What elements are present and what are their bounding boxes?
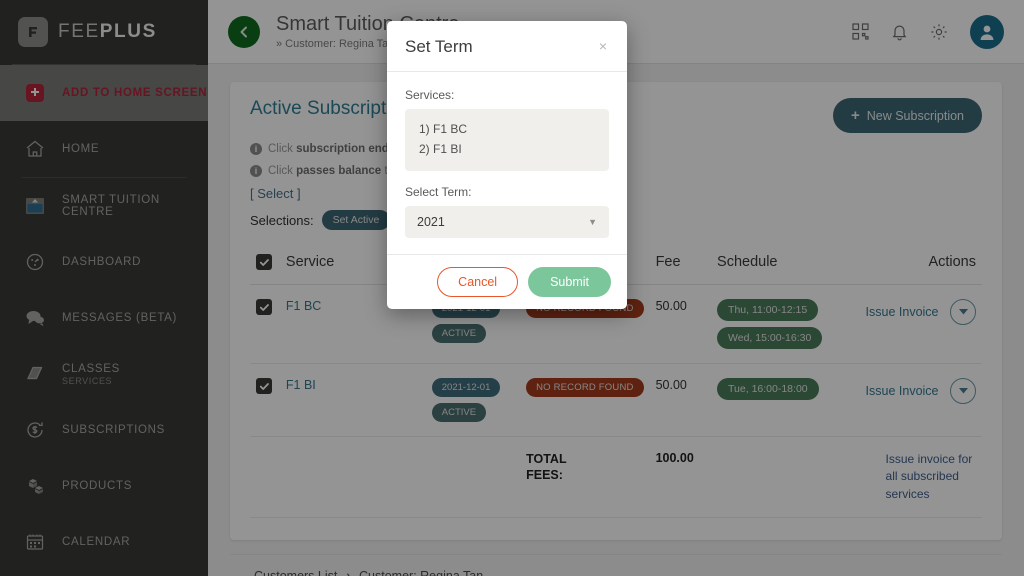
term-select-value: 2021 xyxy=(417,214,445,229)
submit-button[interactable]: Submit xyxy=(528,266,611,297)
modal-footer: Cancel Submit xyxy=(387,253,627,309)
chevron-down-icon: ▼ xyxy=(588,216,597,227)
modal-title: Set Term xyxy=(405,37,473,56)
modal-header: Set Term × xyxy=(387,21,627,72)
service-list-item: 1) F1 BC xyxy=(419,122,468,136)
services-list: 1) F1 BC 2) F1 BI xyxy=(405,109,609,171)
close-icon[interactable]: × xyxy=(597,37,609,55)
app-root: FEEPLUS ADD TO HOME SCREEN HOME SMART TU… xyxy=(0,0,1024,576)
select-term-label: Select Term: xyxy=(405,184,472,199)
term-select[interactable]: 2021 ▼ xyxy=(405,205,609,238)
services-label: Services: xyxy=(405,88,455,102)
modal-body: Services: 1) F1 BC 2) F1 BI Select Term:… xyxy=(387,72,627,254)
set-term-modal: Set Term × Services: 1) F1 BC 2) F1 BI S… xyxy=(387,21,627,309)
cancel-button[interactable]: Cancel xyxy=(437,266,519,297)
service-list-item: 2) F1 BI xyxy=(419,141,462,156)
